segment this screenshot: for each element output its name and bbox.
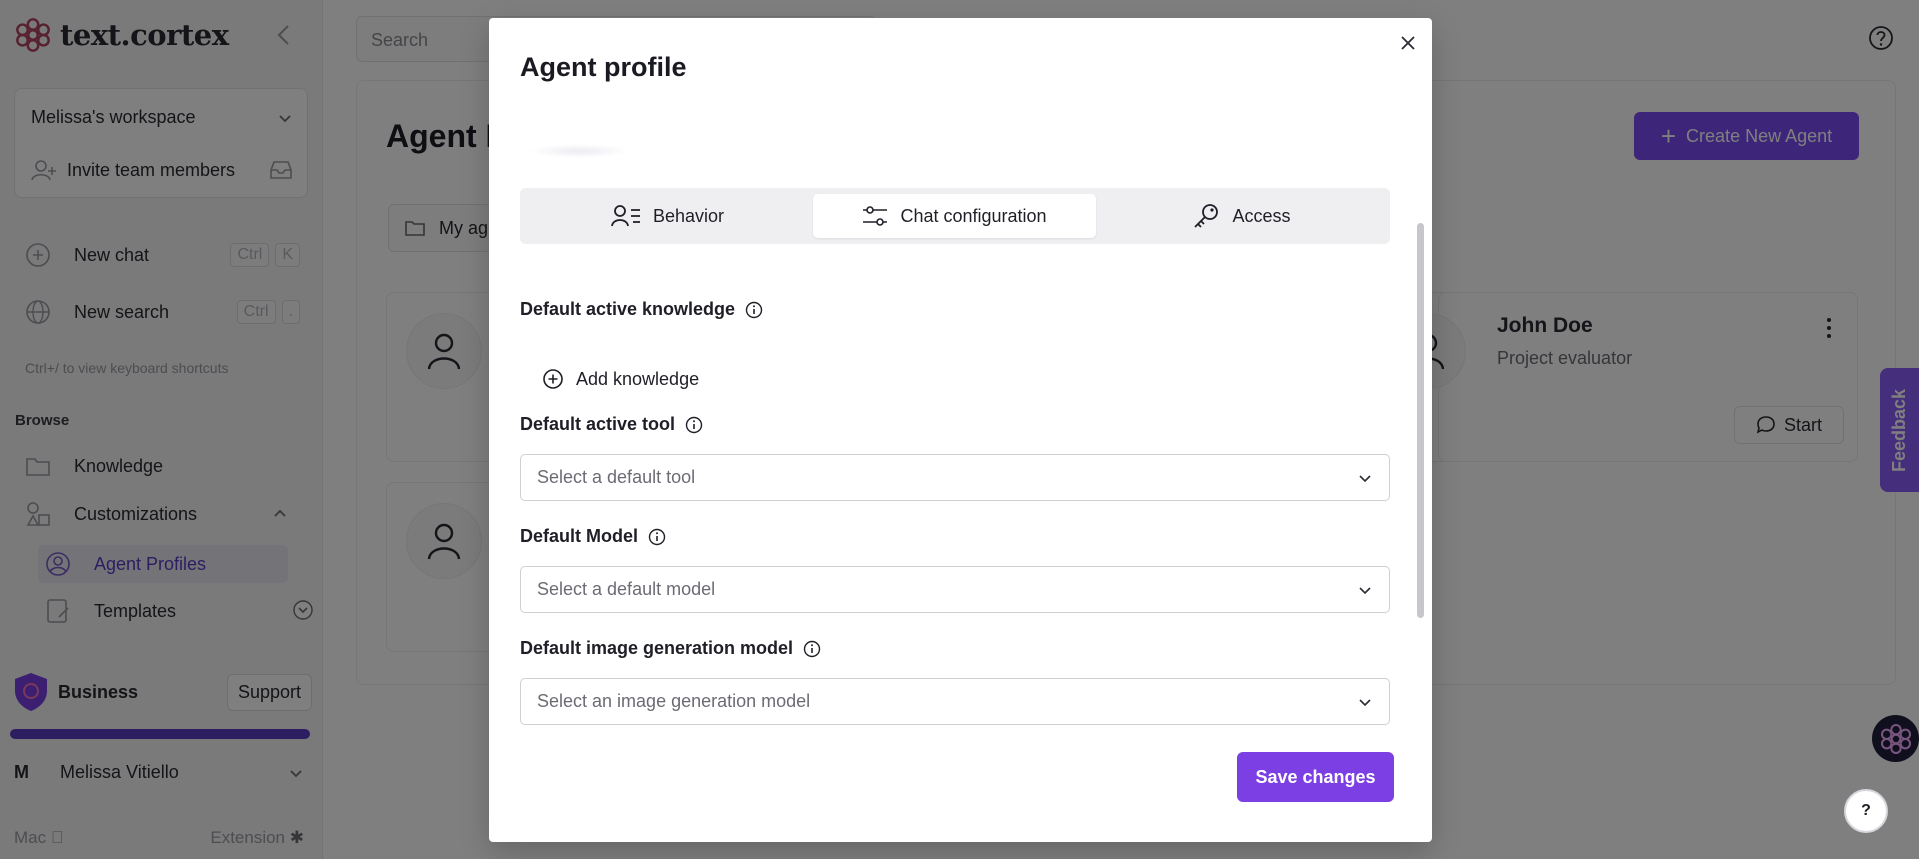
chevron-down-icon (1359, 699, 1371, 707)
knowledge-section-label: Default active knowledge (520, 299, 763, 320)
tab-access-label: Access (1232, 205, 1291, 226)
image-model-label: Default image generation model (520, 638, 794, 658)
modal-tabs: Behavior Chat configuration Access (520, 188, 1390, 244)
default-tool-placeholder: Select a default tool (537, 467, 696, 487)
tab-behavior[interactable]: Behavior (526, 194, 809, 238)
info-icon[interactable] (648, 528, 666, 546)
info-icon[interactable] (745, 301, 763, 319)
model-label: Default Model (520, 526, 639, 546)
key-icon (1194, 204, 1219, 228)
knowledge-label: Default active knowledge (520, 299, 736, 319)
modal-scrollbar[interactable] (1417, 223, 1424, 618)
default-tool-select[interactable]: Select a default tool (520, 454, 1390, 501)
save-changes-button[interactable]: Save changes (1237, 752, 1394, 802)
add-knowledge-button[interactable]: Add knowledge (542, 368, 699, 390)
tool-label: Default active tool (520, 414, 676, 434)
info-icon[interactable] (803, 640, 821, 658)
agent-profile-modal: Agent profile Behavior Chat configuratio… (489, 18, 1432, 842)
sliders-icon (863, 206, 888, 226)
default-model-select[interactable]: Select a default model (520, 566, 1390, 613)
chevron-down-icon (1359, 587, 1371, 595)
tab-access[interactable]: Access (1100, 194, 1383, 238)
image-model-placeholder: Select an image generation model (537, 691, 811, 711)
tab-behavior-label: Behavior (652, 205, 725, 226)
image-model-select[interactable]: Select an image generation model (520, 678, 1390, 725)
tool-section-label: Default active tool (520, 414, 703, 435)
image-model-section-label: Default image generation model (520, 638, 821, 659)
info-icon[interactable] (685, 416, 703, 434)
default-model-placeholder: Select a default model (537, 579, 716, 599)
plus-circle-icon (543, 369, 563, 389)
model-section-label: Default Model (520, 526, 666, 547)
tab-chat-configuration[interactable]: Chat configuration (813, 194, 1096, 238)
close-icon[interactable] (1395, 30, 1421, 56)
modal-title: Agent profile (520, 52, 687, 82)
add-knowledge-label: Add knowledge (576, 368, 700, 389)
chevron-down-icon (1359, 475, 1371, 483)
user-list-icon (611, 205, 640, 227)
help-fab[interactable]: ? (1844, 789, 1888, 833)
agent-avatar-placeholder[interactable] (529, 144, 629, 158)
tab-chat-configuration-label: Chat configuration (900, 205, 1047, 226)
